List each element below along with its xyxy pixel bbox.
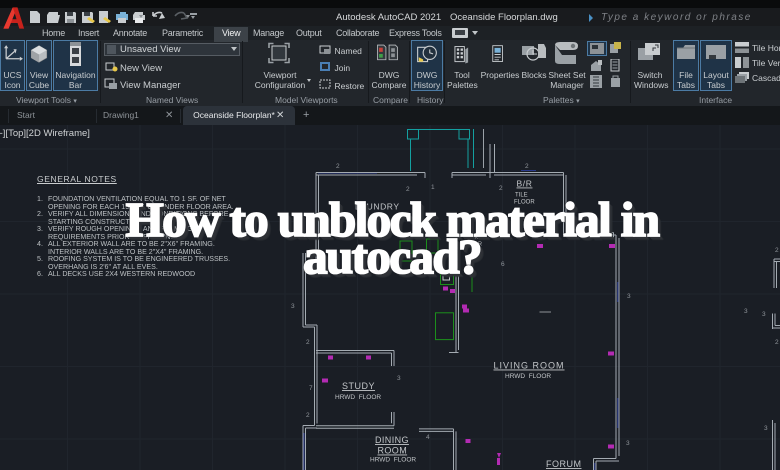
svg-text:HRWD FLOOR: HRWD FLOOR — [505, 373, 551, 380]
svg-text:3: 3 — [744, 308, 748, 315]
svg-text:1: 1 — [431, 184, 435, 191]
svg-text:3: 3 — [627, 293, 631, 300]
svg-text:FORUM: FORUM — [546, 459, 582, 469]
svg-text:2: 2 — [306, 412, 310, 419]
svg-text:B/R: B/R — [517, 179, 533, 189]
svg-text:3: 3 — [397, 375, 401, 382]
svg-text:DINING: DINING — [375, 435, 409, 445]
svg-text:LIVING ROOM: LIVING ROOM — [494, 361, 565, 371]
svg-text:4: 4 — [426, 434, 430, 441]
svg-text:2: 2 — [775, 339, 779, 346]
svg-text:HRWD FLOOR: HRWD FLOOR — [370, 457, 416, 464]
svg-text:2: 2 — [336, 163, 340, 170]
svg-text:3: 3 — [764, 425, 768, 432]
svg-text:HRWD FLOOR: HRWD FLOOR — [335, 394, 381, 401]
svg-text:3: 3 — [291, 303, 295, 310]
svg-text:ROOM: ROOM — [378, 446, 408, 456]
svg-text:7: 7 — [309, 385, 313, 392]
svg-text:2: 2 — [499, 185, 503, 192]
svg-text:2: 2 — [525, 163, 529, 170]
svg-text:3: 3 — [626, 440, 630, 447]
svg-text:STUDY: STUDY — [342, 381, 375, 391]
svg-text:2: 2 — [306, 339, 310, 346]
svg-text:3: 3 — [762, 311, 766, 318]
